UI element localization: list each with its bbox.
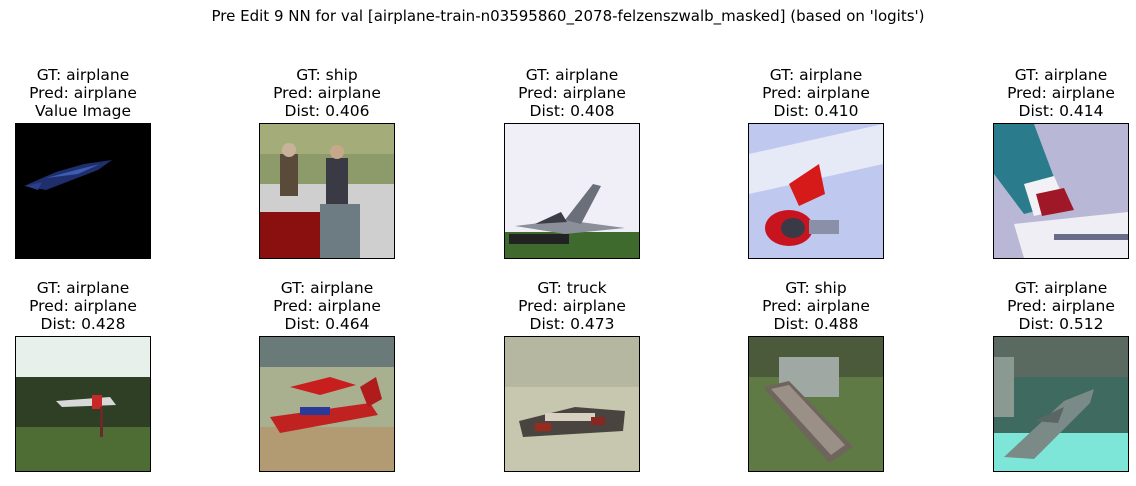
dist-label: Dist: 0.473 xyxy=(529,315,615,333)
gt-label: GT: airplane xyxy=(1014,66,1108,84)
neighbor-image xyxy=(504,123,640,259)
pred-label: Pred: airplane xyxy=(29,84,137,102)
panel-caption: GT: airplane Pred: airplane Dist: 0.464 xyxy=(219,279,435,333)
panel-caption: GT: ship Pred: airplane Dist: 0.406 xyxy=(219,66,435,120)
pred-label: Pred: airplane xyxy=(1007,297,1115,315)
pred-label: Pred: airplane xyxy=(518,84,626,102)
pred-label: Pred: airplane xyxy=(518,297,626,315)
figure-title: Pre Edit 9 NN for val [airplane-train-n0… xyxy=(211,7,925,25)
neighbor-image xyxy=(259,336,395,472)
panel-caption: GT: airplane Pred: airplane Dist: 0.512 xyxy=(953,279,1136,333)
neighbor-image xyxy=(748,336,884,472)
gt-label: GT: airplane xyxy=(769,66,863,84)
dist-label: Dist: 0.408 xyxy=(529,102,615,120)
panel-caption: GT: airplane Pred: airplane Value Image xyxy=(0,66,191,120)
neighbor-image xyxy=(993,336,1129,472)
panel-caption: GT: airplane Pred: airplane Dist: 0.410 xyxy=(708,66,924,120)
gt-label: GT: truck xyxy=(537,279,607,297)
neighbor-image xyxy=(993,123,1129,259)
dist-label: Dist: 0.410 xyxy=(773,102,859,120)
gt-label: GT: airplane xyxy=(525,66,619,84)
panel-caption: GT: truck Pred: airplane Dist: 0.473 xyxy=(464,279,680,333)
gt-label: GT: airplane xyxy=(36,279,130,297)
dist-label: Dist: 0.512 xyxy=(1018,315,1104,333)
dist-label: Dist: 0.488 xyxy=(773,315,859,333)
dist-label: Dist: 0.428 xyxy=(40,315,126,333)
panel-caption: GT: airplane Pred: airplane Dist: 0.408 xyxy=(464,66,680,120)
dist-label: Dist: 0.406 xyxy=(284,102,370,120)
gt-label: GT: airplane xyxy=(36,66,130,84)
pred-label: Pred: airplane xyxy=(273,84,381,102)
panel-caption: GT: airplane Pred: airplane Dist: 0.414 xyxy=(953,66,1136,120)
gt-label: GT: airplane xyxy=(1014,279,1108,297)
dist-label: Dist: 0.414 xyxy=(1018,102,1104,120)
neighbor-image xyxy=(259,123,395,259)
pred-label: Pred: airplane xyxy=(1007,84,1115,102)
neighbor-image xyxy=(504,336,640,472)
neighbor-image xyxy=(15,336,151,472)
pred-label: Pred: airplane xyxy=(762,84,870,102)
dist-label: Dist: 0.464 xyxy=(284,315,370,333)
gt-label: GT: ship xyxy=(296,66,358,84)
gt-label: GT: ship xyxy=(785,279,847,297)
panel-caption: GT: airplane Pred: airplane Dist: 0.428 xyxy=(0,279,191,333)
pred-label: Pred: airplane xyxy=(762,297,870,315)
gt-label: GT: airplane xyxy=(280,279,374,297)
pred-label: Pred: airplane xyxy=(273,297,381,315)
neighbor-image xyxy=(748,123,884,259)
value-image-label: Value Image xyxy=(34,102,132,120)
pred-label: Pred: airplane xyxy=(29,297,137,315)
panel-caption: GT: ship Pred: airplane Dist: 0.488 xyxy=(708,279,924,333)
neighbor-image xyxy=(15,123,151,259)
